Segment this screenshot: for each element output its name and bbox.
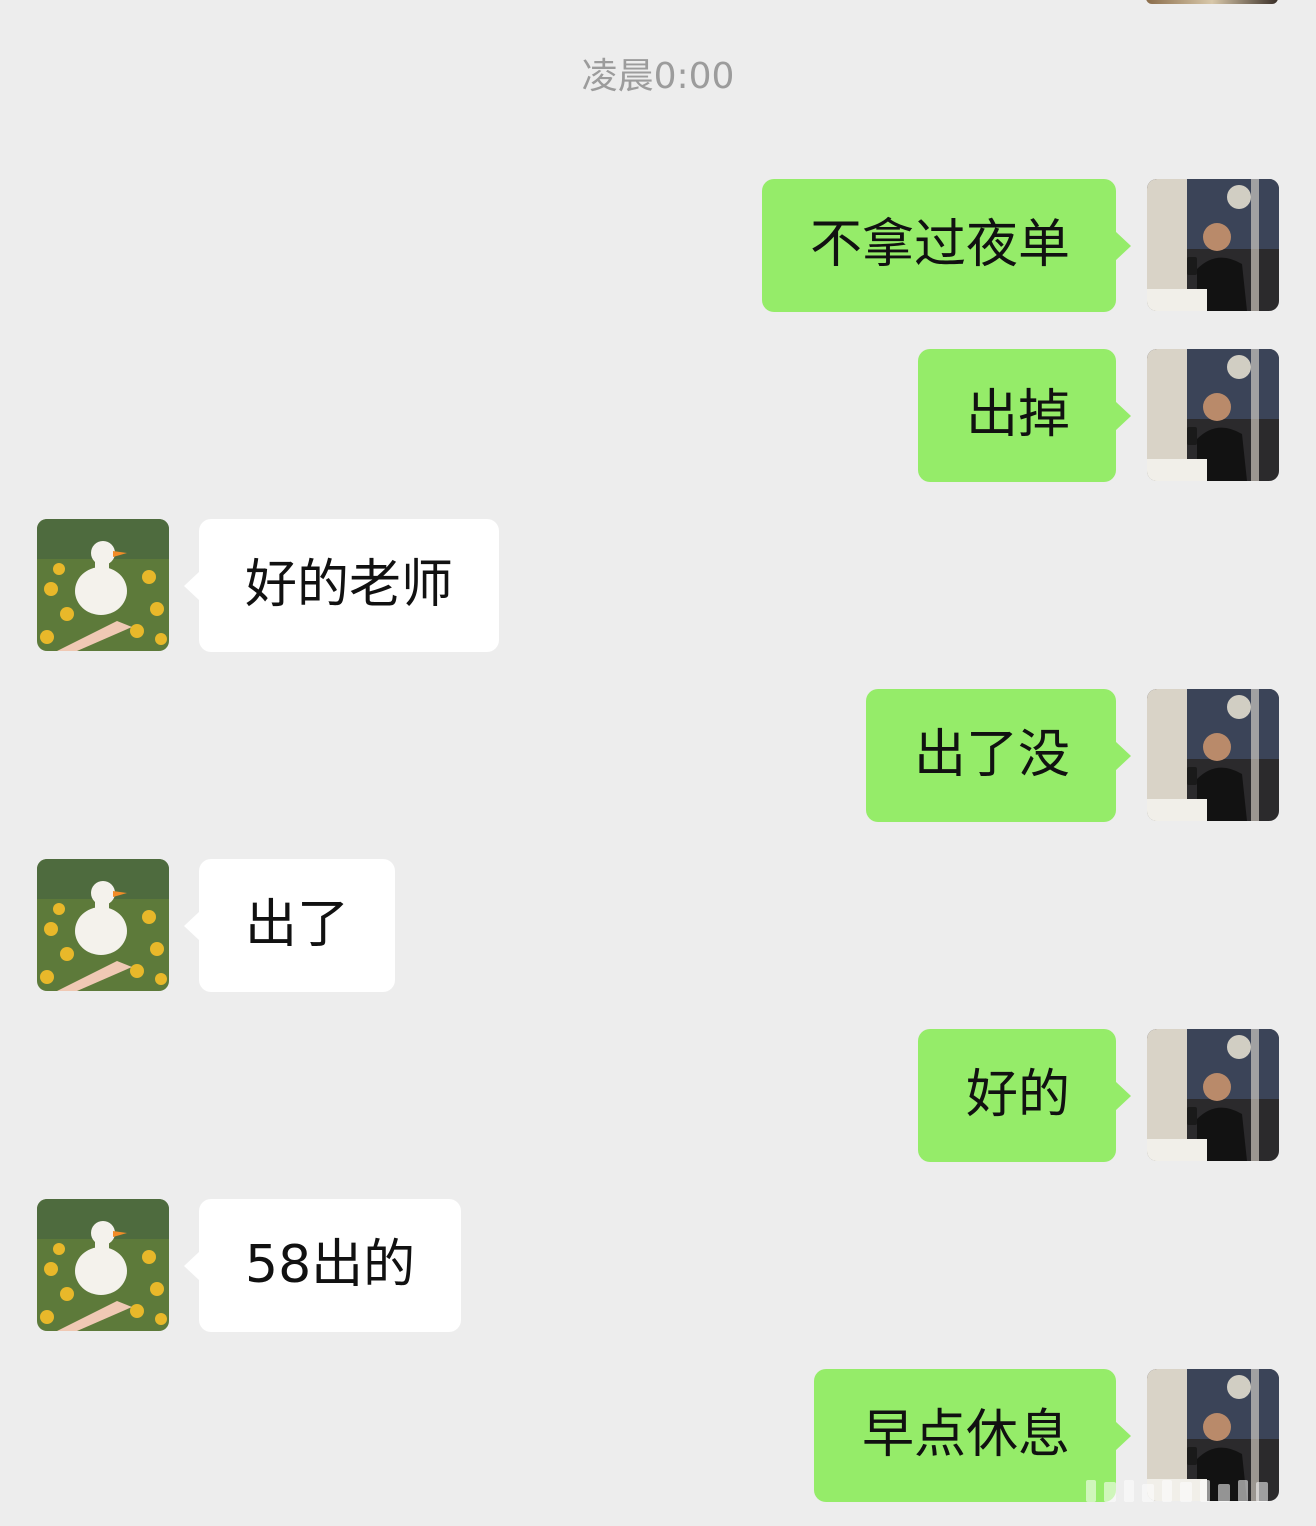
outgoing-message-bubble[interactable]: 早点休息 — [813, 1369, 1132, 1502]
my-avatar[interactable] — [1147, 179, 1279, 311]
chat-window: 凌晨0:00 不拿过夜单 出掉 好的老师 出了没 出了 好的 58出的 早点休息 — [0, 0, 1316, 1526]
my-avatar[interactable] — [1147, 1029, 1279, 1161]
outgoing-message-bubble[interactable]: 出掉 — [917, 349, 1132, 482]
my-avatar[interactable] — [1147, 349, 1279, 481]
outgoing-message-bubble[interactable]: 好的 — [917, 1029, 1132, 1162]
my-avatar[interactable] — [1147, 689, 1279, 821]
incoming-message-bubble[interactable]: 出了 — [183, 859, 396, 992]
previous-avatar-edge — [1146, 0, 1278, 4]
contact-avatar[interactable] — [37, 1199, 169, 1331]
outgoing-message-bubble[interactable]: 出了没 — [865, 689, 1132, 822]
incoming-message-bubble[interactable]: 58出的 — [183, 1199, 462, 1332]
contact-avatar[interactable] — [37, 859, 169, 991]
chat-timestamp: 凌晨0:00 — [581, 56, 735, 97]
watermark-graphic — [1086, 1480, 1268, 1502]
outgoing-message-bubble[interactable]: 不拿过夜单 — [761, 179, 1132, 312]
incoming-message-bubble[interactable]: 好的老师 — [183, 519, 500, 652]
contact-avatar[interactable] — [37, 519, 169, 651]
